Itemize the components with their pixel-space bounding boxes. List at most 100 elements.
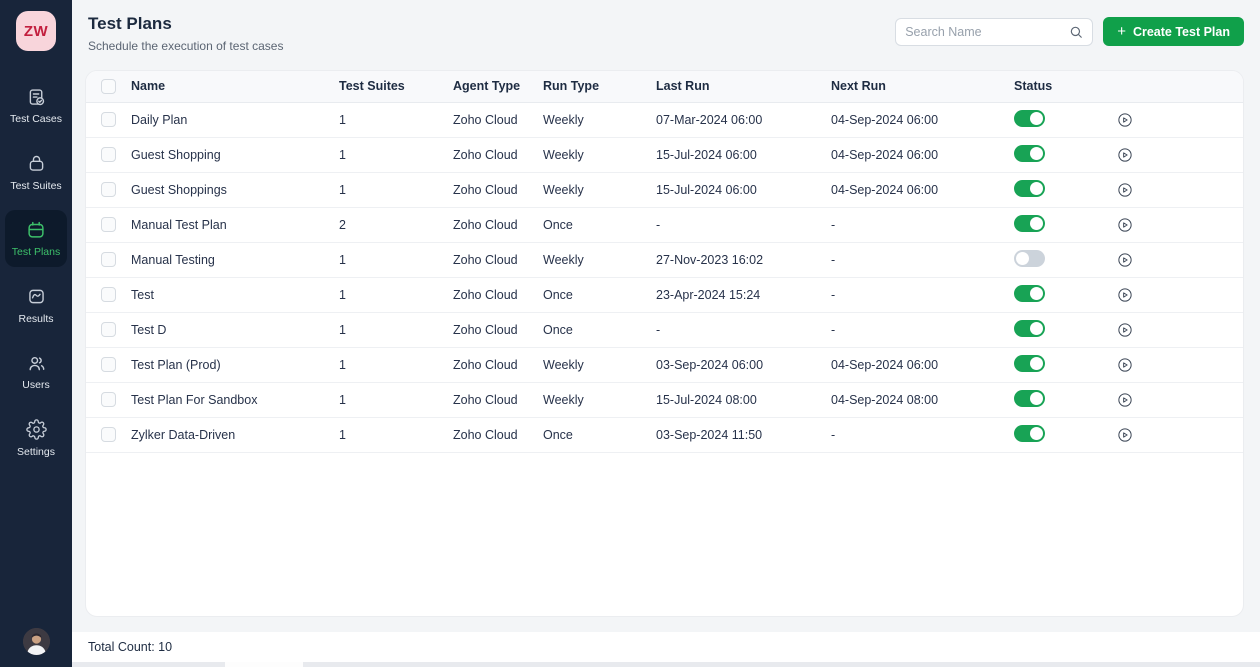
status-toggle[interactable] [1014,424,1045,442]
cell-last-run: 15-Jul-2024 06:00 [656,172,831,208]
status-toggle[interactable] [1014,354,1045,372]
test-plans-icon [25,219,47,241]
row-checkbox[interactable] [101,357,116,372]
cell-agent-type: Zoho Cloud [453,102,543,138]
cell-name: Guest Shopping [131,137,339,173]
cell-run-type: Weekly [543,137,656,173]
cell-next-run: 04-Sep-2024 06:00 [831,172,1014,208]
status-toggle[interactable] [1014,249,1045,267]
status-toggle[interactable] [1014,179,1045,197]
cell-name: Test Plan (Prod) [131,347,339,383]
cell-test-suites: 1 [339,242,453,278]
cell-last-run: - [656,207,831,243]
run-now-button[interactable] [1117,252,1133,268]
sidebar-item-results[interactable]: Results [5,277,67,334]
run-now-button[interactable] [1117,217,1133,233]
status-toggle[interactable] [1014,109,1045,127]
table-row[interactable]: Test 1 Zoho Cloud Once 23-Apr-2024 15:24… [86,277,1243,313]
row-checkbox[interactable] [101,217,116,232]
cell-last-run: - [656,312,831,348]
table-row[interactable]: Guest Shopping 1 Zoho Cloud Weekly 15-Ju… [86,137,1243,173]
cell-agent-type: Zoho Cloud [453,382,543,418]
cell-last-run: 23-Apr-2024 15:24 [656,277,831,313]
horizontal-scrollbar[interactable] [72,662,1260,667]
cell-agent-type: Zoho Cloud [453,312,543,348]
cell-last-run: 15-Jul-2024 08:00 [656,382,831,418]
row-checkbox[interactable] [101,392,116,407]
row-checkbox[interactable] [101,182,116,197]
run-now-button[interactable] [1117,112,1133,128]
run-now-button[interactable] [1117,182,1133,198]
table-row[interactable]: Manual Test Plan 2 Zoho Cloud Once - - [86,207,1243,243]
sidebar-item-label: Test Plans [11,246,61,259]
row-checkbox[interactable] [101,252,116,267]
run-now-button[interactable] [1117,357,1133,373]
row-checkbox[interactable] [101,427,116,442]
table-row[interactable]: Daily Plan 1 Zoho Cloud Weekly 07-Mar-20… [86,102,1243,138]
cell-last-run: 27-Nov-2023 16:02 [656,242,831,278]
cell-agent-type: Zoho Cloud [453,417,543,453]
sidebar-item-label: Results [18,312,54,325]
cell-name: Manual Testing [131,242,339,278]
create-test-plan-button[interactable]: + Create Test Plan [1103,17,1244,46]
row-checkbox[interactable] [101,112,116,127]
column-header-last-run: Last Run [656,71,831,103]
run-now-button[interactable] [1117,427,1133,443]
page-heading: Test Plans Schedule the execution of tes… [88,14,283,53]
row-checkbox[interactable] [101,287,116,302]
sidebar-item-settings[interactable]: Settings [5,410,67,467]
table-row[interactable]: Test Plan (Prod) 1 Zoho Cloud Weekly 03-… [86,347,1243,383]
top-actions: + Create Test Plan [895,17,1244,46]
run-now-button[interactable] [1117,322,1133,338]
cell-next-run: - [831,207,1014,243]
status-toggle[interactable] [1014,389,1045,407]
table-row[interactable]: Guest Shoppings 1 Zoho Cloud Weekly 15-J… [86,172,1243,208]
cell-name: Test Plan For Sandbox [131,382,339,418]
status-toggle[interactable] [1014,319,1045,337]
test-suites-icon [26,153,47,175]
total-count: Total Count: 10 [88,640,173,654]
search-box [895,17,1094,46]
cell-run-type: Weekly [543,347,656,383]
row-checkbox[interactable] [101,147,116,162]
cell-run-type: Weekly [543,172,656,208]
cell-last-run: 03-Sep-2024 06:00 [656,347,831,383]
table-row[interactable]: Zylker Data-Driven 1 Zoho Cloud Once 03-… [86,417,1243,453]
cell-agent-type: Zoho Cloud [453,207,543,243]
cell-name: Guest Shoppings [131,172,339,208]
test-cases-icon [26,86,47,108]
sidebar-item-test-suites[interactable]: Test Suites [5,144,67,201]
search-icon [1069,25,1083,39]
sidebar-item-users[interactable]: Users [5,343,67,400]
select-all-checkbox[interactable] [101,78,116,94]
table-row[interactable]: Test D 1 Zoho Cloud Once - - [86,312,1243,348]
run-now-button[interactable] [1117,147,1133,163]
row-checkbox[interactable] [101,322,116,337]
cell-test-suites: 1 [339,347,453,383]
run-now-button[interactable] [1117,392,1133,408]
run-now-button[interactable] [1117,287,1133,303]
cell-run-type: Once [543,207,656,243]
page-title: Test Plans [88,14,172,33]
cell-test-suites: 1 [339,172,453,208]
sidebar-nav: Test Cases Test Suites Test Plans Result… [0,77,72,476]
status-toggle[interactable] [1014,214,1045,232]
search-input[interactable] [905,24,1070,39]
column-header-name: Name [131,71,339,103]
sidebar-item-label: Test Suites [10,179,62,192]
app-logo[interactable]: ZW [16,11,56,51]
horizontal-scrollbar-thumb[interactable] [225,662,303,667]
user-avatar[interactable] [22,628,50,655]
table-row[interactable]: Manual Testing 1 Zoho Cloud Weekly 27-No… [86,242,1243,278]
cell-agent-type: Zoho Cloud [453,137,543,173]
cell-test-suites: 1 [339,137,453,173]
table-row[interactable]: Test Plan For Sandbox 1 Zoho Cloud Weekl… [86,382,1243,418]
status-toggle[interactable] [1014,284,1045,302]
cell-run-type: Weekly [543,382,656,418]
sidebar-item-test-plans[interactable]: Test Plans [5,210,67,267]
sidebar: ZW Test Cases Test Suites Test Plans Res… [0,0,72,667]
status-toggle[interactable] [1014,144,1045,162]
cell-next-run: - [831,312,1014,348]
sidebar-item-test-cases[interactable]: Test Cases [5,77,67,134]
cell-test-suites: 1 [339,312,453,348]
